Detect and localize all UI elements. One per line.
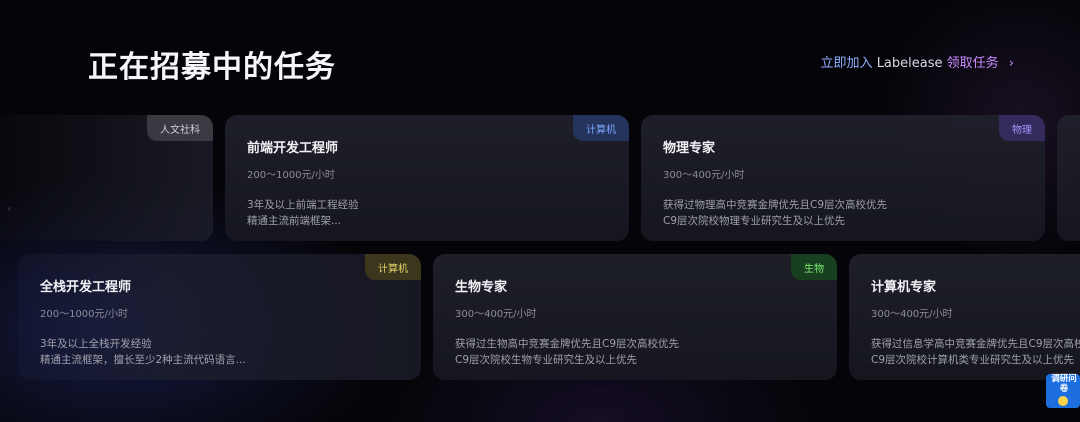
survey-button[interactable]: 调研问卷 — [1046, 368, 1080, 412]
task-requirement: 获得过生物高中竞赛金牌优先且C9层次高校优先 — [455, 338, 680, 350]
task-name: 生物专家 — [455, 280, 508, 295]
task-salary: 300～400元/小时 — [455, 309, 537, 320]
join-brand: Labelease — [876, 56, 943, 71]
task-salary: 300～400元/小时 — [871, 309, 953, 320]
task-requirement: 3年及以上前端工程经验 — [247, 199, 359, 211]
task-requirement: 精通主流框架，擅长至少2种主流代码语言... — [40, 354, 246, 366]
join-action: 领取任务 — [946, 56, 999, 71]
chevron-right-icon: › — [1008, 56, 1014, 71]
category-tag: 计算机 — [573, 115, 629, 141]
task-requirement: C9层次院校生物专业研究生及以上优先 — [455, 354, 638, 366]
task-card-frontend-engineer[interactable]: 计算机 前端开发工程师 200～1000元/小时 3年及以上前端工程经验 精通主… — [225, 115, 629, 241]
task-card-biology-expert[interactable]: 生物 生物专家 300～400元/小时 获得过生物高中竞赛金牌优先且C9层次高校… — [433, 254, 837, 380]
category-tag: 生物 — [791, 254, 837, 280]
task-card-fullstack-engineer[interactable]: 计算机 全栈开发工程师 200～1000元/小时 3年及以上全栈开发经验 精通主… — [18, 254, 421, 380]
page-title: 正在招募中的任务 — [88, 50, 336, 85]
task-requirement: 3年及以上全栈开发经验 — [40, 338, 152, 350]
task-requirement: 精通主流前端框架... — [247, 215, 342, 227]
task-card-physics-expert[interactable]: 物理 物理专家 300～400元/小时 获得过物理高中竞赛金牌优先且C9层次高校… — [641, 115, 1045, 241]
category-tag: 物理 — [999, 115, 1045, 141]
task-card-humanities[interactable]: 人文社科 — [0, 115, 213, 241]
category-tag: 人文社科 — [147, 115, 213, 141]
task-requirement: C9层次院校物理专业研究生及以上优先 — [663, 215, 846, 227]
badge-dot-icon — [1058, 396, 1068, 406]
task-salary: 300～400元/小时 — [663, 170, 745, 181]
task-card-partial[interactable] — [1057, 115, 1080, 241]
category-tag: 计算机 — [365, 254, 421, 280]
task-card-cs-expert[interactable]: 计算机专家 300～400元/小时 获得过信息学高中竞赛金牌优先且C9层次高校优… — [849, 254, 1080, 380]
task-name: 物理专家 — [663, 141, 716, 156]
task-name: 全栈开发工程师 — [40, 280, 132, 295]
task-name: 前端开发工程师 — [247, 141, 339, 156]
task-requirement: 获得过物理高中竞赛金牌优先且C9层次高校优先 — [663, 199, 888, 211]
task-requirement: C9层次院校计算机类专业研究生及以上优先 — [871, 354, 1075, 366]
join-task-link[interactable]: 立即加入 Labelease 领取任务 › — [821, 52, 1014, 71]
task-requirement: 获得过信息学高中竞赛金牌优先且C9层次高校优先 — [871, 338, 1080, 350]
survey-label: 调研问卷 — [1051, 374, 1077, 394]
join-prefix: 立即加入 — [820, 56, 873, 71]
task-salary: 200～1000元/小时 — [40, 309, 128, 320]
task-salary: 200～1000元/小时 — [247, 170, 335, 181]
task-name: 计算机专家 — [871, 280, 937, 295]
